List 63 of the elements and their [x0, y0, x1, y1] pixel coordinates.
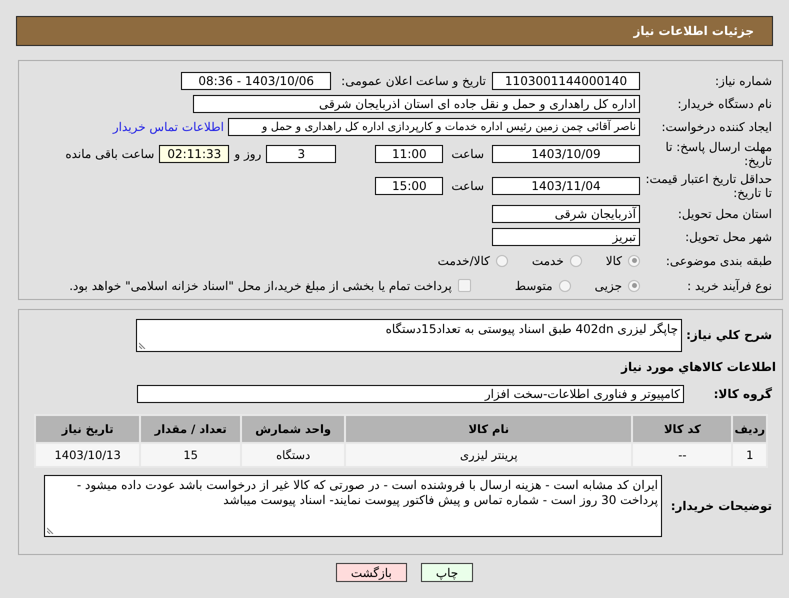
time-label: ساعت	[451, 147, 484, 161]
table-cell: دستگاه	[241, 443, 346, 467]
resize-grip-icon	[47, 526, 55, 534]
field-label: طبقه بندی موضوعی:	[664, 254, 773, 268]
column-header: واحد شمارش	[241, 415, 346, 443]
table-cell: پرینتر لیزری	[345, 443, 632, 467]
goods-group-field: کامپیوتر و فناوری اطلاعات-سخت افزار	[137, 385, 684, 403]
field-label: مهلت ارسال پاسخ: تا تاریخ:	[664, 140, 773, 168]
date-field: 1403/11/04	[492, 177, 640, 195]
column-header: کد کالا	[632, 415, 732, 443]
buyer-contact-link[interactable]: اطلاعات تماس خریدار	[112, 120, 224, 134]
field-label: شماره نیاز:	[714, 74, 773, 88]
description-field: چاپگر لیزری 402dn طبق اسناد پیوستی به تعداد15دستگاه	[136, 318, 682, 352]
section-title: اطلاعات كالاهاي مورد نياز	[620, 360, 777, 374]
radio-button[interactable]	[628, 254, 640, 266]
field-label: نام دستگاه خریدار:	[676, 96, 773, 110]
table-cell: --	[632, 443, 732, 467]
field-label: توضیحات خریدار:	[670, 499, 773, 513]
time-field: 11:00	[375, 145, 444, 163]
province-field: آذربایجان شرقی	[492, 204, 640, 222]
radio-button[interactable]	[628, 280, 640, 292]
field-label: نوع فرآیند خرید :	[686, 278, 773, 292]
checkbox-label: پرداخت تمام یا بخشی از مبلغ خرید،از محل "اسناد خزانه اسلامی" خواهد بود.	[69, 278, 452, 292]
time-label: ساعت	[451, 179, 484, 193]
field-label: گروه کالا:	[712, 387, 773, 401]
radio-label: کالا	[606, 254, 622, 268]
column-header: ردیف	[732, 415, 767, 443]
field-label: شهر محل تحویل:	[684, 230, 773, 244]
column-header: تاریخ نیاز	[35, 415, 140, 443]
remaining-time-field: 02:11:33	[159, 145, 230, 163]
page-header: جزئیات اطلاعات نیاز	[16, 16, 773, 46]
days-field: 3	[266, 145, 336, 163]
announce-date-field: 1403/10/06 - 08:36	[181, 72, 332, 90]
field-label: تاریخ و ساعت اعلان عمومی:	[341, 74, 486, 88]
checkbox[interactable]	[458, 279, 471, 292]
column-header: نام کالا	[345, 415, 632, 443]
date-field: 1403/10/09	[492, 145, 640, 163]
remaining-label: ساعت باقی مانده	[65, 147, 154, 161]
field-label: حداقل تاریخ اعتبار قیمت: تا تاریخ:	[644, 172, 773, 200]
radio-button[interactable]	[558, 280, 571, 292]
radio-label: کالا/خدمت	[438, 254, 490, 268]
table-cell: 1	[732, 443, 767, 467]
radio-label: خدمت	[532, 254, 564, 268]
radio-button[interactable]	[570, 254, 582, 266]
table-cell: 15	[140, 443, 242, 467]
radio-label: جزیی	[594, 278, 622, 292]
radio-button[interactable]	[496, 254, 508, 266]
resize-grip-icon	[139, 340, 147, 348]
buyer-field: اداره کل راهداری و حمل و نقل جاده ای استان اذربایجان شرقی	[193, 94, 640, 112]
buyer-notes-field: ایران کد مشابه است - هزینه ارسال با فروشنده است - در صورتی که کالا غیر از درخواست باشد عودت داده میشود - پرداخت 30 روز است - شماره تماس و پیش فاکتور پیوست نمایند- اسناد پیوست میباشد	[44, 475, 662, 537]
field-label: شرح كلي نياز:	[685, 328, 773, 342]
need-number-field: 1103001144000140	[492, 72, 640, 90]
days-label: روز و	[234, 147, 262, 161]
print-button[interactable]: چاپ	[420, 563, 474, 582]
field-label: استان محل تحویل:	[676, 206, 773, 220]
back-button[interactable]: بازگشت	[336, 563, 407, 582]
time-field: 15:00	[375, 177, 444, 195]
field-label: ایجاد کننده درخواست:	[660, 120, 773, 134]
requester-field: ناصر آقائی چمن زمین رئیس اداره خدمات و کارپردازی اداره کل راهداری و حمل و	[228, 118, 640, 136]
city-field: تبریز	[492, 228, 640, 246]
column-header: تعداد / مقدار	[140, 415, 242, 443]
radio-label: متوسط	[514, 278, 553, 292]
table-cell: 1403/10/13	[35, 443, 140, 467]
